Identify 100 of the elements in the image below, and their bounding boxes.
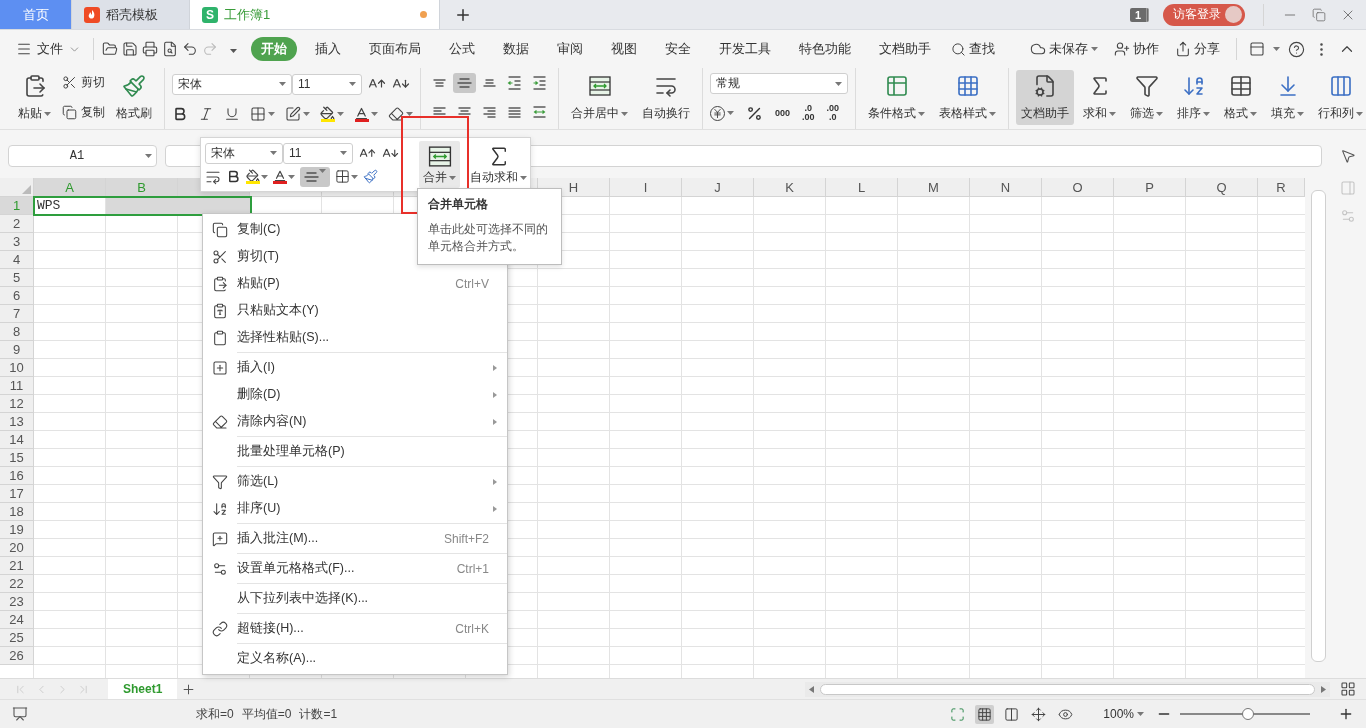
scrollbar-thumb[interactable] [1311,190,1326,662]
ribbon-tab[interactable]: 文档助手 [869,37,941,61]
align-button[interactable] [300,166,330,187]
fill-color-icon[interactable] [246,169,260,184]
row-header[interactable]: 26 [0,647,34,665]
number-format-select[interactable]: 常规 [710,73,848,94]
row-header[interactable]: 17 [0,485,34,503]
ribbon-tab[interactable]: 页面布局 [359,37,431,61]
copy-button[interactable]: 复制 [60,102,107,122]
ribbon-button[interactable]: 自动换行 [637,70,695,125]
row-header[interactable]: 4 [0,251,34,269]
column-header[interactable]: J [682,178,754,197]
folder-icon[interactable] [102,41,118,57]
collaborate-button[interactable]: 协作 [1110,38,1163,60]
row-header[interactable]: 12 [0,395,34,413]
column-header[interactable]: I [610,178,682,197]
document-tab[interactable]: S 工作簿1 [190,0,440,29]
percent-icon[interactable] [746,104,763,122]
view-mode-button[interactable] [975,704,995,724]
column-header[interactable]: P [1114,178,1186,197]
login-button[interactable]: 访客登录 [1163,3,1245,26]
search-button[interactable]: 查找 [947,38,999,60]
row-header[interactable]: 22 [0,575,34,593]
ribbon-tab[interactable]: 特色功能 [789,37,861,61]
column-header[interactable]: M [898,178,970,197]
share-button[interactable]: 分享 [1171,38,1224,60]
sheet-tab[interactable]: Sheet1 [108,678,178,700]
menu-item[interactable]: 删除(D) [203,381,507,408]
merge-button[interactable]: 合并 [419,141,460,188]
row-header[interactable]: 20 [0,539,34,557]
row-header[interactable]: 24 [0,611,34,629]
cell-style-icon[interactable] [285,105,301,122]
font-select[interactable]: 宋体 [172,73,292,95]
font-size-select[interactable]: 11 [292,73,362,95]
row-header[interactable]: 11 [0,377,34,395]
row-header[interactable]: 15 [0,449,34,467]
grid-icon[interactable] [1340,681,1356,697]
row-header[interactable]: 8 [0,323,34,341]
bold-icon[interactable] [172,105,188,122]
cut-button[interactable]: 剪切 [60,73,107,93]
menu-item[interactable]: 批量处理单元格(P) [203,435,507,465]
menu-item[interactable]: 超链接(H)... Ctrl+K [203,612,507,642]
save-status-button[interactable]: 未保存 [1026,38,1102,60]
column-header[interactable]: Q [1186,178,1258,197]
scrollbar-thumb[interactable] [820,683,1315,695]
font-select[interactable]: 宋体 [205,142,283,164]
menu-item[interactable]: 选择性粘贴(S)... [203,324,507,351]
row-header[interactable]: 16 [0,467,34,485]
preview-icon[interactable] [162,41,178,57]
eraser-icon[interactable] [388,105,404,122]
underline-icon[interactable] [224,105,240,122]
ribbon-tab[interactable]: 插入 [305,37,351,61]
printer-icon[interactable] [142,41,158,57]
ribbon-button[interactable]: 表格样式 [934,70,1001,125]
menu-item[interactable]: 从下拉列表中选择(K)... [203,582,507,612]
row-header[interactable]: 7 [0,305,34,323]
row-header[interactable]: 2 [0,215,34,233]
italic-icon[interactable] [198,105,214,122]
menu-item[interactable]: 设置单元格格式(F)... Ctrl+1 [203,552,507,582]
restore-icon[interactable] [1312,7,1326,22]
column-header[interactable]: K [754,178,826,197]
font-size-select[interactable]: 11 [283,142,353,164]
thousands-button[interactable]: 000 [775,108,791,118]
monitor-icon[interactable] [12,706,28,722]
undo-icon[interactable] [182,41,198,57]
document-tab[interactable]: 稻壳模板 [72,0,190,29]
ribbon-button[interactable]: 合并居中 [566,70,633,125]
ribbon-button[interactable]: 填充 [1266,70,1309,125]
ribbon-tab[interactable]: 安全 [655,37,701,61]
ribbon-button[interactable]: 文档助手 [1016,70,1074,125]
ribbon-tab[interactable]: 审阅 [547,37,593,61]
cursor-icon[interactable] [1340,148,1356,164]
font-color-icon[interactable] [354,105,369,122]
save-icon[interactable] [122,41,138,57]
row-header[interactable]: 5 [0,269,34,287]
column-header[interactable]: R [1258,178,1305,197]
ribbon-button[interactable]: 筛选 [1125,70,1168,125]
row-header[interactable]: 18 [0,503,34,521]
row-header[interactable]: 14 [0,431,34,449]
row-header[interactable]: 21 [0,557,34,575]
menu-item[interactable]: 筛选(L) [203,465,507,495]
scroll-left-icon[interactable] [809,685,814,693]
fill-color-icon[interactable] [320,105,335,122]
ribbon-button[interactable]: 行和列 [1313,70,1366,125]
ribbon-button[interactable]: 求和 [1078,70,1121,125]
column-header[interactable]: O [1042,178,1114,197]
column-header[interactable]: L [826,178,898,197]
name-box[interactable]: A1 [8,145,157,167]
menu-item[interactable]: 插入(I) [203,351,507,381]
row-header[interactable]: 9 [0,341,34,359]
ribbon-tab[interactable]: 公式 [439,37,485,61]
ribbon-button[interactable]: 排序 [1172,70,1215,125]
row-header[interactable]: 13 [0,413,34,431]
ribbon-tab[interactable]: 视图 [601,37,647,61]
row-header[interactable]: 6 [0,287,34,305]
ribbon-tab[interactable]: 开发工具 [709,37,781,61]
zoom-button[interactable]: 100% [1099,705,1148,723]
row-header[interactable]: 3 [0,233,34,251]
column-header[interactable]: N [970,178,1042,197]
menu-item[interactable]: 排序(U) [203,495,507,522]
